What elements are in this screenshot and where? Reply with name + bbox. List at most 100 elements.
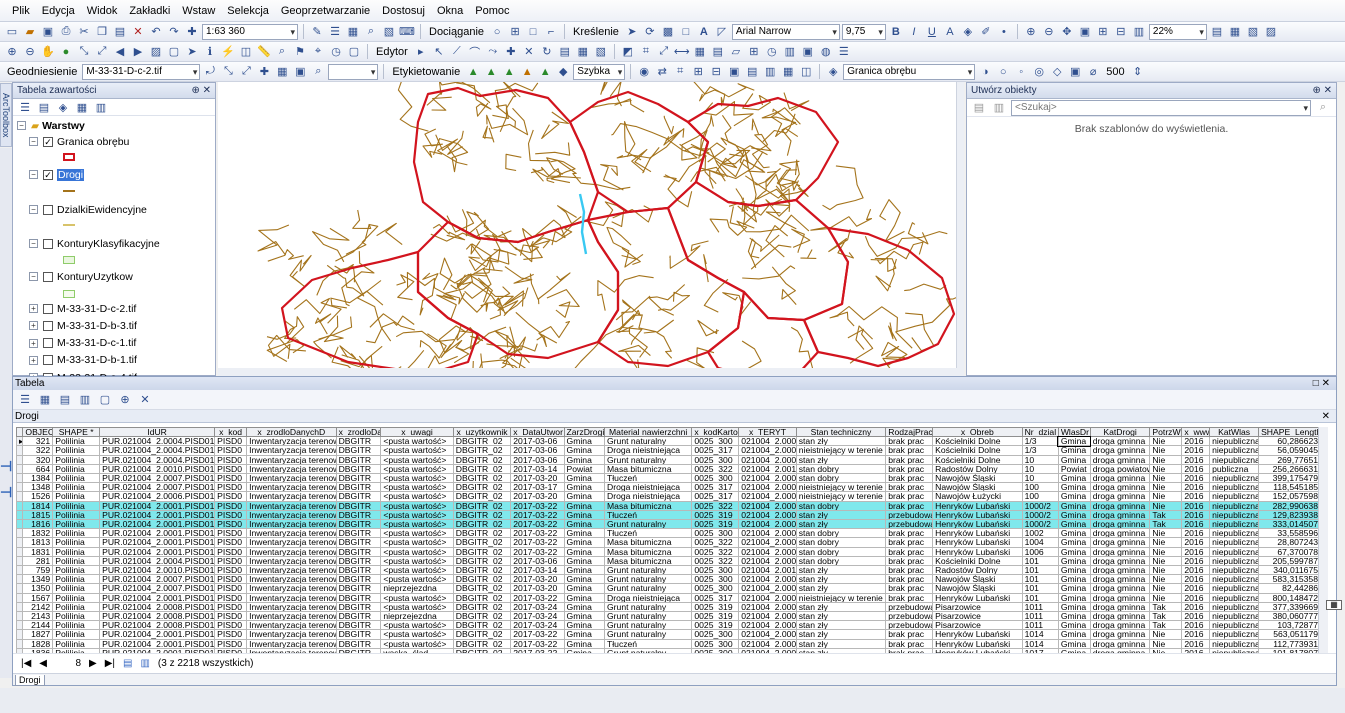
menu-geoprzetwarzanie[interactable]: Geoprzetwarzanie: [275, 0, 376, 22]
delete-icon[interactable]: ✕: [130, 24, 146, 40]
table-cell[interactable]: 021004_2.000: [738, 611, 797, 622]
table-cell[interactable]: Inwentaryzacja terenow: [246, 445, 337, 456]
table-cell[interactable]: droga gminna: [1089, 537, 1151, 548]
table-cell[interactable]: 0025_322: [691, 555, 740, 567]
table-of-contents-icon[interactable]: ☰: [327, 24, 343, 40]
selected-road[interactable]: [578, 193, 588, 255]
table-row[interactable]: ▸321PoliliniaPUR.021004_2.0004.PISD01PIS…: [16, 435, 1321, 447]
table-row[interactable]: 1827 Polilinia PUR.021004_2.0001.PISD01 PIS…: [16, 629, 1321, 640]
table-cell[interactable]: Gmina: [563, 473, 606, 484]
chart-icon[interactable]: ▥: [782, 44, 798, 60]
table-cell[interactable]: nieprzejezdna: [380, 583, 454, 594]
current-record-field[interactable]: 8: [55, 658, 81, 669]
column-header[interactable]: x_kodKarto: [691, 427, 740, 438]
table-cell[interactable]: PUR.021004_2.0001.PISD01: [99, 537, 216, 548]
fixed-zoom-out-icon-2[interactable]: ⤢: [94, 44, 110, 60]
table-cell[interactable]: brak prac: [885, 555, 934, 567]
collapse-icon[interactable]: −: [29, 239, 38, 248]
table-cell[interactable]: 0025_300: [691, 629, 740, 640]
select-by-attributes-icon[interactable]: ▤: [57, 392, 73, 408]
column-header[interactable]: RodzajPrac: [885, 427, 934, 438]
table-cell[interactable]: Grunt naturalny: [603, 519, 693, 530]
road-line[interactable]: [615, 299, 641, 321]
line-color-icon[interactable]: ✐: [978, 24, 994, 40]
table-cell[interactable]: 2017-03-14: [510, 565, 565, 576]
table-cell[interactable]: Gmina: [563, 611, 606, 622]
table-cell[interactable]: PUR.021004_2.0007.PISD01: [99, 583, 216, 594]
edge-match-icon[interactable]: ⊟: [708, 64, 724, 80]
trace-icon[interactable]: ⤳: [485, 44, 501, 60]
table-cell[interactable]: stan dobry: [795, 528, 887, 539]
table-cell[interactable]: PISD0: [214, 620, 248, 631]
table-cell[interactable]: Tak: [1149, 601, 1183, 613]
table-cell[interactable]: PISD0: [214, 601, 248, 613]
table-cell[interactable]: DBGITR: [335, 620, 382, 631]
catalog-icon[interactable]: ▦: [345, 24, 361, 40]
table-cell[interactable]: 021004_2.000: [738, 519, 797, 530]
table-cell[interactable]: Nie: [1149, 583, 1183, 594]
table-cell[interactable]: niepubliczna: [1209, 546, 1260, 557]
snap-settings-icon[interactable]: ⌀: [1085, 64, 1101, 80]
table-cell[interactable]: Nie: [1149, 565, 1183, 576]
identity-link-icon[interactable]: ▤: [744, 64, 760, 80]
georef-menu[interactable]: Geodniesienie: [4, 66, 80, 78]
table-cell[interactable]: Polilinia: [52, 611, 101, 622]
table-cell[interactable]: DBGITR: [335, 463, 382, 475]
attribute-transfer-icon[interactable]: ⇄: [654, 64, 670, 80]
table-cell[interactable]: <pusta wartość>: [380, 629, 454, 640]
table-row[interactable]: 2143 Polilinia PUR.021004_2.0008.PISD01 PIS…: [16, 611, 1321, 622]
table-cell[interactable]: niepubliczna: [1209, 638, 1260, 649]
table-cell[interactable]: 759: [22, 565, 54, 576]
road-line[interactable]: [480, 286, 511, 312]
table-cell[interactable]: brak prac: [885, 491, 934, 502]
table-cell[interactable]: nieistniejący w terenie: [795, 445, 887, 456]
list-by-source-icon[interactable]: ▤: [36, 99, 52, 115]
table-cell[interactable]: Masa bitumiczna: [603, 555, 693, 567]
table-cell[interactable]: stan zły: [795, 620, 887, 631]
table-cell[interactable]: Kościelniki Dolne: [932, 436, 1023, 447]
table-cell[interactable]: 2017-03-22: [510, 519, 565, 530]
table-cell[interactable]: droga gminna: [1089, 509, 1151, 521]
road-line[interactable]: [742, 265, 796, 280]
column-header[interactable]: x_DataUtwor: [510, 427, 565, 438]
table-cell[interactable]: 2016: [1181, 546, 1211, 557]
table-cell[interactable]: stan dobry: [795, 473, 887, 484]
table-cell[interactable]: 1814: [22, 500, 54, 511]
undo-icon[interactable]: ↶: [148, 24, 164, 40]
column-header[interactable]: PotrzWyk: [1149, 427, 1183, 438]
table-cell[interactable]: Gmina: [563, 528, 606, 539]
table-cell[interactable]: Inwentaryzacja terenow: [246, 555, 337, 567]
table-cell[interactable]: PUR.021004_2.0004.PISD01: [99, 555, 216, 567]
road-line[interactable]: [829, 311, 855, 327]
column-header[interactable]: x_uzytkownik: [452, 427, 512, 438]
table-cell[interactable]: 56,059045: [1258, 445, 1321, 456]
road-line[interactable]: [904, 283, 947, 292]
table-cell[interactable]: 0025_317: [691, 445, 740, 456]
table-cell[interactable]: 2016: [1181, 528, 1211, 539]
road-line[interactable]: [822, 165, 864, 211]
road-line[interactable]: [314, 313, 332, 335]
table-cell[interactable]: Polilinia: [52, 528, 101, 539]
menu-plik[interactable]: Plik: [6, 0, 36, 22]
focus-data-frame-icon[interactable]: ▦: [1227, 24, 1243, 40]
table-cell[interactable]: 101: [1021, 565, 1059, 576]
table-cell[interactable]: 2017-03-06: [510, 436, 565, 447]
table-cell[interactable]: Powiat: [563, 463, 606, 475]
table-cell[interactable]: Inwentaryzacja terenow: [246, 473, 337, 484]
table-cell[interactable]: Gmina: [563, 500, 606, 511]
table-cell[interactable]: Henryków Lubański: [932, 629, 1023, 640]
road-line[interactable]: [534, 219, 566, 246]
zoom-whole-page-icon[interactable]: ▩: [660, 24, 676, 40]
show-all-records-icon[interactable]: ▤: [123, 658, 132, 669]
map-horizontal-scrollbar[interactable]: [218, 368, 964, 376]
table-cell[interactable]: Nie: [1149, 638, 1183, 649]
road-line[interactable]: [395, 330, 455, 343]
scale-raster-icon[interactable]: ⤢: [238, 64, 254, 80]
arctoolbox-icon[interactable]: ▧: [381, 24, 397, 40]
table-cell[interactable]: Gmina: [1057, 491, 1091, 502]
table-icon[interactable]: ▦: [692, 44, 708, 60]
road-line[interactable]: [529, 273, 552, 305]
table-cell[interactable]: Inwentaryzacja terenow: [246, 574, 337, 585]
menu-wstaw[interactable]: Wstaw: [176, 0, 221, 22]
table-cell[interactable]: 021004_2.001: [738, 463, 797, 475]
